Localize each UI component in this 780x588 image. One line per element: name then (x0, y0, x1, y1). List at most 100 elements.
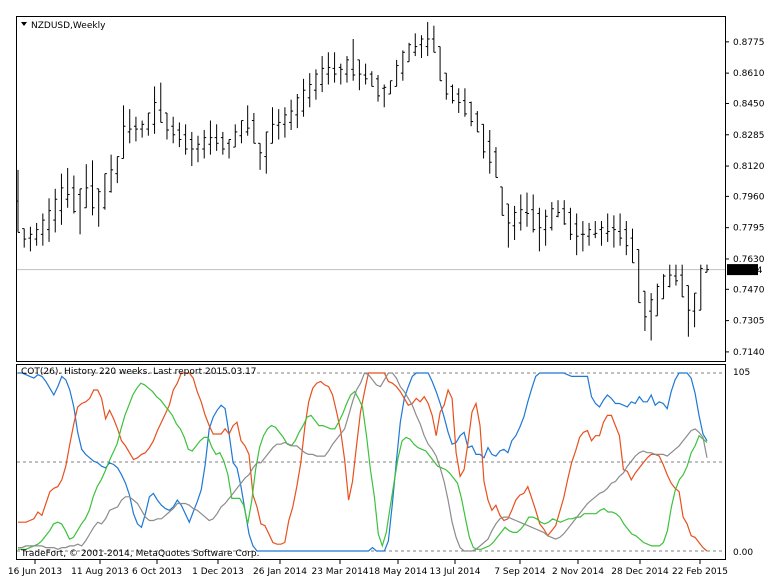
price-bar (220, 131, 225, 155)
price-bar (276, 109, 281, 140)
price-bar (524, 192, 529, 227)
indicator-tick-label: 105 (733, 368, 750, 378)
price-bar (59, 173, 64, 225)
price-panel-frame (16, 16, 726, 362)
time-tick-label: 22 Feb 2015 (672, 567, 728, 577)
price-bar (487, 130, 492, 174)
price-bar (177, 122, 182, 148)
price-bar (574, 213, 579, 256)
price-bar (500, 186, 505, 216)
price-bar (264, 131, 269, 174)
price-bar (444, 72, 449, 100)
price-bar (394, 59, 399, 87)
price-bar (47, 198, 52, 242)
indicator-levels (17, 372, 725, 552)
price-bar (127, 109, 132, 144)
price-bar (158, 82, 163, 123)
price-bar (109, 154, 114, 193)
price-bar (53, 188, 58, 233)
price-bar (413, 33, 418, 57)
time-tick-label: 23 Mar 2014 (311, 567, 368, 577)
price-bar (301, 78, 306, 117)
price-bar (605, 213, 610, 242)
time-tick-label: 16 Jun 2013 (8, 567, 62, 577)
price-bar (338, 63, 343, 85)
price-chart-title: NZDUSD,Weekly (31, 21, 106, 31)
time-tick-label: 28 Dec 2014 (611, 567, 669, 577)
price-bar (251, 112, 256, 144)
price-tick-label: 0.7960 (733, 192, 765, 202)
price-bar (289, 99, 294, 131)
price-bar (618, 213, 623, 246)
time-tick-label: 7 Sep 2014 (494, 567, 546, 577)
price-bar (556, 200, 561, 218)
price-bar (655, 283, 660, 317)
price-axis: 0.8775 0.8610 0.8450 0.8285 0.8120 0.7960 0.77… (725, 38, 765, 358)
price-bar (171, 116, 176, 144)
price-bar (543, 209, 548, 246)
price-tick-label: 0.8450 (733, 99, 765, 109)
price-tick-label: 0.8120 (733, 162, 765, 172)
price-bar (344, 56, 349, 83)
price-bar (295, 93, 300, 129)
price-bar (102, 173, 107, 210)
price-bar (705, 264, 709, 273)
price-bar (382, 84, 387, 108)
price-bar (469, 101, 474, 127)
time-tick-label: 26 Jan 2014 (253, 567, 307, 577)
price-bar (450, 84, 455, 104)
price-bar (425, 21, 430, 57)
price-bar (493, 147, 498, 178)
price-tick-label: 0.8285 (733, 131, 765, 141)
price-bar (630, 228, 635, 264)
copyright-text: TradeFort, © 2001-2014, MetaQuotes Softw… (20, 549, 259, 559)
price-bar (624, 221, 629, 256)
time-tick-label: 6 Oct 2013 (132, 567, 182, 577)
price-bar (239, 120, 244, 144)
price-bar (431, 25, 436, 53)
price-bar (580, 221, 585, 252)
price-bar (214, 124, 219, 151)
dropdown-triangle-icon[interactable] (21, 22, 27, 26)
price-bar (462, 88, 467, 117)
current-price-label: 0.7574 (731, 266, 763, 276)
time-tick-label: 2 Nov 2014 (552, 567, 604, 577)
price-bar (673, 264, 678, 286)
price-bar (537, 207, 542, 252)
price-bar (34, 222, 39, 246)
price-bar (84, 164, 89, 209)
price-bar (351, 38, 356, 81)
price-bar (332, 52, 337, 83)
price-bar (196, 135, 201, 163)
price-bar (40, 213, 45, 246)
price-bar (698, 264, 703, 311)
price-bar (388, 80, 393, 95)
price-bar (531, 194, 536, 233)
price-bar (692, 292, 697, 328)
indicator-title: COT(26). History 220 weeks. Last report … (21, 367, 257, 377)
price-bar (115, 156, 120, 184)
time-tick-label: 1 Dec 2013 (192, 567, 244, 577)
price-bar (313, 69, 318, 100)
price-bar (146, 112, 151, 136)
price-bar (202, 130, 207, 159)
price-tick-label: 0.8775 (733, 38, 765, 48)
price-bar (438, 46, 443, 82)
price-bar (22, 228, 27, 248)
price-bar (245, 105, 250, 136)
price-bar (227, 139, 232, 159)
price-bar (65, 167, 70, 208)
price-bar (593, 221, 598, 239)
price-bar (164, 112, 169, 140)
price-bar (562, 200, 567, 225)
price-bar (407, 42, 412, 63)
price-bar (320, 56, 325, 93)
price-bar (326, 52, 331, 85)
price-bar (357, 59, 362, 91)
price-bar (363, 63, 368, 85)
price-bar (208, 120, 213, 155)
price-bar (419, 35, 424, 58)
price-bar (96, 188, 101, 227)
price-bar (400, 50, 405, 81)
price-bar (258, 142, 263, 170)
